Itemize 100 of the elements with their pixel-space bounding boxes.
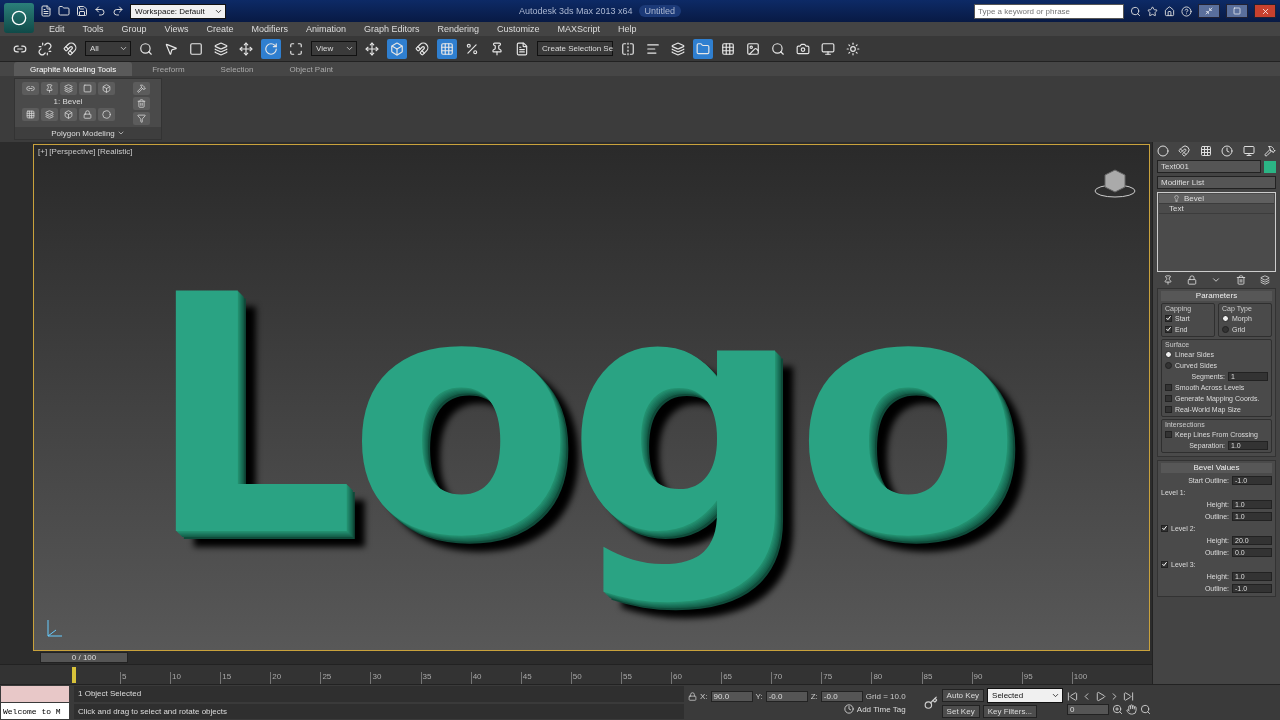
undo-icon[interactable] [94,5,106,17]
checkbox[interactable] [1165,314,1172,322]
lock-icon[interactable] [1187,275,1198,285]
tool-icon[interactable] [78,82,96,95]
checkbox[interactable] [1165,405,1172,413]
menu-item[interactable]: MAXScript [548,24,610,34]
app-logo-icon[interactable] [4,3,34,33]
save-icon[interactable] [76,5,88,17]
selection-filter-dropdown[interactable]: All [85,41,131,56]
set-key-button[interactable]: Set Key [941,704,980,718]
zoom-region-icon[interactable] [1140,703,1152,715]
help-icon[interactable] [1181,5,1192,17]
menu-item[interactable]: Customize [488,24,549,34]
checkbox[interactable] [1161,560,1168,568]
rotate-icon[interactable] [261,38,281,59]
current-frame-field[interactable]: 0 [1067,703,1110,715]
listener-input[interactable] [1,686,69,702]
object-color-swatch[interactable] [1264,160,1276,173]
lock-icon[interactable] [688,692,697,701]
home-icon[interactable] [1164,5,1175,17]
workspace-dropdown[interactable]: Workspace: Default [130,3,226,19]
object-name-field[interactable]: Text001 [1157,160,1261,173]
radio-button[interactable] [1222,314,1229,322]
caret-icon [119,44,128,53]
minimize-button[interactable] [1198,4,1220,18]
modifier-list-dropdown[interactable]: Modifier List [1157,176,1276,189]
stack-item[interactable]: Text [1159,204,1274,214]
tool-icon[interactable] [132,112,150,125]
menu-item[interactable]: Edit [40,24,74,34]
close-icon [1260,6,1270,16]
menu-item[interactable]: Tools [73,24,113,34]
menu-item[interactable]: Help [609,24,646,34]
ribbon-tab[interactable]: Graphite Modeling Tools [14,62,133,76]
stack-item[interactable]: Bevel [1159,194,1274,204]
tool-icon[interactable] [132,82,150,95]
checkbox[interactable] [1165,325,1172,333]
panel-title[interactable]: Polygon Modeling [15,127,161,139]
star-icon[interactable] [1147,5,1158,17]
tool-icon[interactable] [40,82,58,95]
ribbon-tab[interactable]: Selection [204,62,270,76]
tool-icon[interactable] [40,108,58,121]
redo-icon[interactable] [112,5,124,17]
checkbox[interactable] [1165,394,1172,402]
zoom-icon[interactable] [1112,703,1124,715]
add-time-tag-button[interactable]: Add Time Tag [843,704,906,714]
key-mode-dropdown[interactable]: Selected [987,687,1064,703]
new-file-icon[interactable] [40,5,52,17]
tool-icon[interactable] [59,108,77,121]
close-button[interactable] [1254,4,1276,18]
tool-icon[interactable] [21,82,39,95]
hammer-icon[interactable] [1263,145,1276,157]
radio-button[interactable] [1165,361,1172,369]
pan-icon[interactable] [1126,703,1138,715]
reference-coordinate-dropdown[interactable]: View [311,41,357,56]
tool-icon[interactable] [97,82,115,95]
tool-icon[interactable] [97,108,115,121]
ribbon-tab[interactable]: Freeform [136,62,201,76]
auto-key-button[interactable]: Auto Key [941,688,985,702]
checkbox[interactable] [1165,430,1172,438]
go-to-start-icon[interactable] [1067,690,1079,702]
viewport[interactable]: [+] [Perspective] [Realistic] Logo [33,144,1150,651]
open-folder-icon[interactable] [58,5,70,17]
coordinate-field[interactable]: -0.0 [765,691,808,702]
key-filters-button[interactable]: Key Filters... [982,704,1038,718]
tool-icon[interactable] [78,108,96,121]
pin-icon[interactable] [1162,275,1173,285]
timeline-track[interactable]: 5 10 15 20 25 30 35 40 45 50 55 60 65 70 75 80 85 90 95 100 [0,664,1152,684]
checkbox[interactable] [1161,524,1168,532]
menu-item[interactable]: Rendering [428,24,489,34]
search-field[interactable]: Type a keyword or phrase [974,3,1124,19]
display-icon[interactable] [1242,145,1255,157]
sphere-icon[interactable] [1157,145,1169,157]
named-selection-dropdown[interactable]: Create Selection Se [537,41,613,56]
tool-icon[interactable] [59,82,77,95]
checkbox[interactable] [1165,383,1172,391]
menu-item[interactable]: Group [112,24,156,34]
frame-counter[interactable]: 0 / 100 [40,652,128,663]
menu-item[interactable]: Animation [296,24,355,34]
viewport-label[interactable]: [+] [Perspective] [Realistic] [38,147,133,156]
go-to-end-icon[interactable] [1123,690,1135,702]
tool-icon[interactable] [21,108,39,121]
ribbon-tab[interactable]: Object Paint [273,62,350,76]
folder-icon[interactable] [693,38,713,59]
menu-item[interactable]: Views [155,24,198,34]
key-icon[interactable] [923,695,938,710]
maximize-button[interactable] [1226,4,1248,18]
box-icon[interactable] [387,38,407,59]
play-icon[interactable] [1095,690,1107,702]
chevron-icon[interactable] [1211,275,1222,285]
radio-button[interactable] [1222,325,1229,333]
rollout-header[interactable]: Bevel Values [1161,463,1272,473]
menu-item[interactable]: Modifiers [242,24,297,34]
tool-icon[interactable] [132,97,150,110]
coordinate-field[interactable]: 90.0 [710,691,753,702]
radio-button[interactable] [1165,350,1172,358]
rollout-header[interactable]: Parameters [1161,291,1272,301]
coordinate-field[interactable]: -0.0 [820,691,863,702]
menu-item[interactable]: Graph Editors [354,24,429,34]
trash-icon[interactable] [1235,275,1246,285]
menu-item[interactable]: Create [197,24,243,34]
